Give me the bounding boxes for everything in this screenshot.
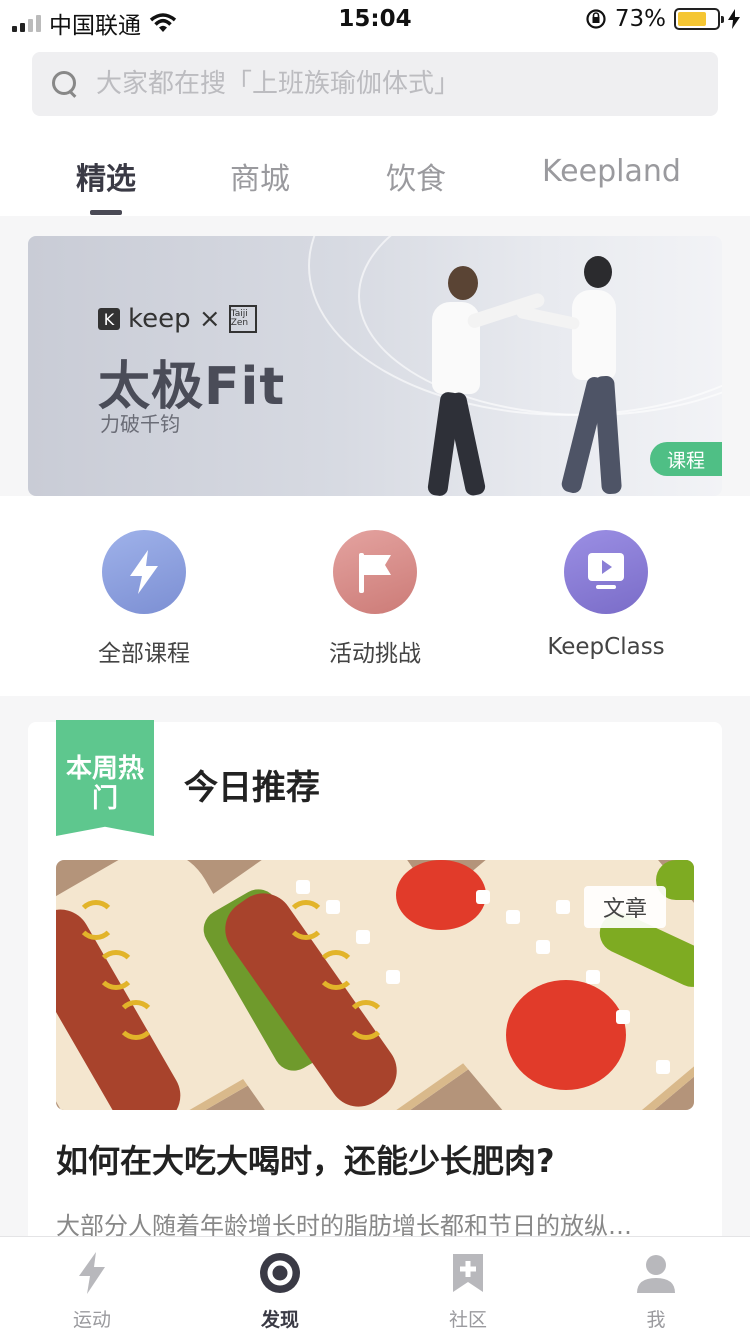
charging-icon [728, 9, 740, 29]
quick-link-label: 活动挑战 [329, 641, 421, 667]
tab-keepland[interactable]: Keepland [542, 154, 681, 189]
tab-diet[interactable]: 饮食 [386, 154, 446, 198]
active-tab-indicator [90, 210, 122, 215]
quick-link-label: KeepClass [547, 634, 665, 660]
nav-discover[interactable]: 发现 [220, 1251, 340, 1332]
recommend-heading: 今日推荐 [184, 768, 320, 808]
taiji-zen-logo: Taiji Zen [228, 305, 257, 333]
male-figure [398, 266, 547, 496]
brand-text: keep × [128, 304, 221, 334]
discover-ring-icon [258, 1251, 302, 1295]
quick-link-keepclass[interactable]: KeepClass [506, 530, 706, 660]
article-image[interactable]: 文章 [56, 860, 694, 1110]
status-right: 73% [585, 6, 740, 32]
article-type-badge: 文章 [584, 886, 666, 928]
header: 精选 商城 饮食 Keepland [0, 40, 750, 216]
quick-link-challenges[interactable]: 活动挑战 [275, 530, 475, 668]
status-bar: 中国联通 15:04 73% [0, 0, 750, 40]
flag-icon [333, 530, 417, 614]
search-bar[interactable] [32, 52, 718, 116]
app-screen: 中国联通 15:04 73% 精选 [0, 0, 750, 1334]
nav-me[interactable]: 我 [596, 1251, 716, 1332]
nav-label: 我 [646, 1309, 666, 1331]
female-figure [515, 256, 648, 496]
recommend-card: 本周热门 今日推荐 文章 如何在大吃大喝时，还能少长肥肉? 大部分人随着年龄增长… [28, 720, 722, 1262]
lightning-icon [102, 530, 186, 614]
quick-link-all-courses[interactable]: 全部课程 [44, 530, 244, 668]
quick-link-label: 全部课程 [98, 641, 190, 667]
search-input[interactable] [96, 69, 656, 99]
battery-percent: 73% [614, 6, 666, 32]
bottom-nav: 运动 发现 社区 我 [0, 1236, 750, 1334]
lightning-icon [70, 1251, 114, 1295]
article-title[interactable]: 如何在大吃大喝时，还能少长肥肉? [56, 1136, 555, 1182]
keep-logo-icon: K [98, 308, 120, 330]
promo-banner[interactable]: K keep × Taiji Zen 太极Fit 力破千钧 课程 [28, 236, 722, 496]
nav-label: 发现 [260, 1309, 299, 1331]
person-icon [634, 1251, 678, 1295]
banner-subtitle: 力破千钧 [100, 412, 180, 436]
play-screen-icon [564, 530, 648, 614]
nav-label: 运动 [72, 1309, 111, 1331]
search-icon [52, 71, 78, 97]
quick-links: 全部课程 活动挑战 KeepClass [0, 496, 750, 696]
rotation-lock-icon [586, 9, 606, 29]
course-badge: 课程 [650, 442, 722, 476]
top-tabs: 精选 商城 饮食 Keepland [0, 136, 750, 216]
bookmark-plus-icon [446, 1251, 490, 1295]
nav-workout[interactable]: 运动 [32, 1251, 152, 1332]
tab-featured[interactable]: 精选 [76, 154, 136, 198]
banner-brand: K keep × Taiji Zen [98, 304, 257, 334]
battery-icon [674, 8, 724, 30]
nav-community[interactable]: 社区 [408, 1251, 528, 1332]
tab-mall[interactable]: 商城 [230, 154, 290, 198]
nav-label: 社区 [448, 1309, 487, 1331]
weekly-hot-badge: 本周热门 [56, 720, 154, 836]
